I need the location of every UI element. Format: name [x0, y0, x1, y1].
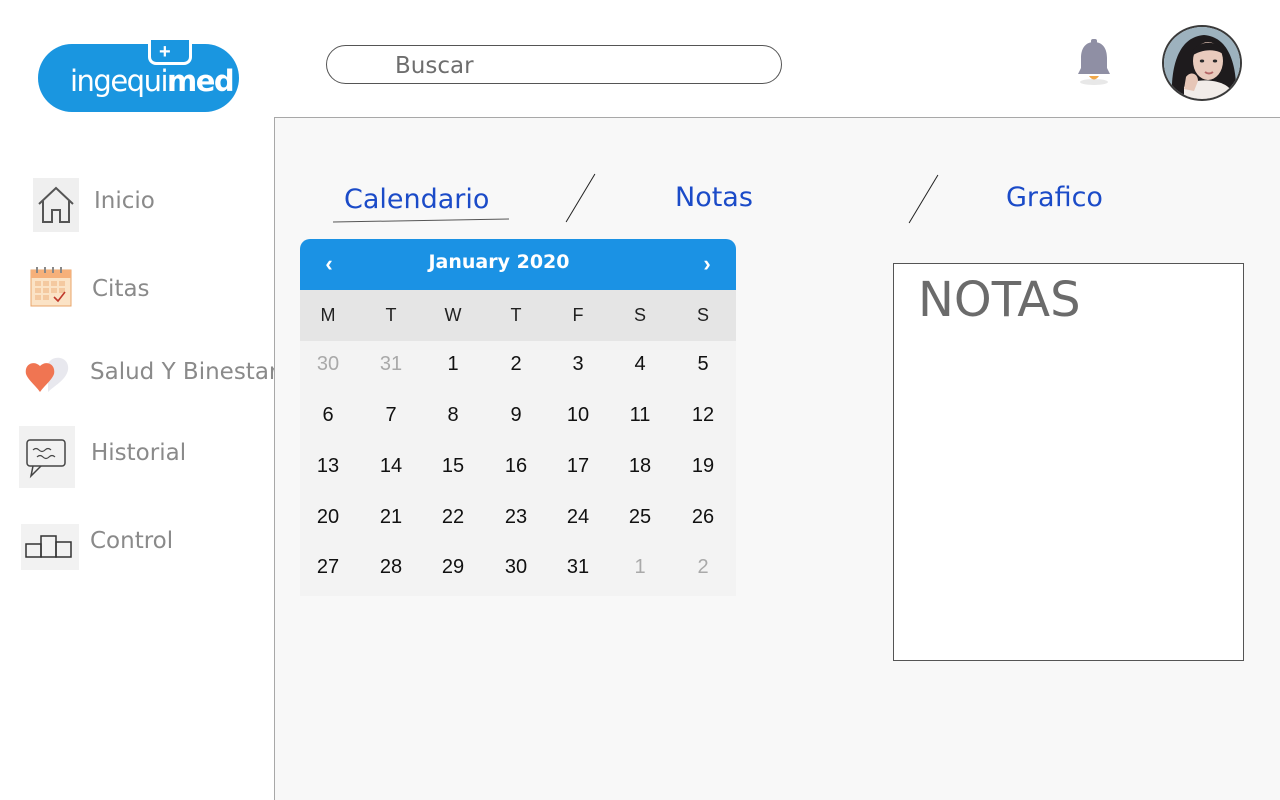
- sidebar-item-label: Salud Y Binestar: [90, 359, 279, 385]
- logo-text: ingequimed: [70, 64, 235, 98]
- logo[interactable]: + ingequimed: [38, 40, 239, 112]
- weekday-label: S: [696, 305, 709, 325]
- calendar-day[interactable]: 12: [683, 404, 723, 427]
- calendar-day[interactable]: 11: [620, 404, 660, 427]
- calendar-day[interactable]: 14: [371, 455, 411, 478]
- calendar-day[interactable]: 26: [683, 506, 723, 529]
- calendar-day[interactable]: 25: [620, 506, 660, 529]
- sidebar-item-control[interactable]: Control: [0, 516, 275, 576]
- calendar-day[interactable]: 3: [558, 353, 598, 376]
- logo-plus: +: [159, 41, 171, 63]
- calendar-day[interactable]: 27: [308, 556, 348, 579]
- heart-icon: [24, 348, 70, 402]
- calendar-day[interactable]: 18: [620, 455, 660, 478]
- calendar-day[interactable]: 8: [433, 404, 473, 427]
- calendar-day[interactable]: 9: [496, 404, 536, 427]
- search-input[interactable]: [393, 52, 757, 80]
- weekday-label: T: [385, 305, 397, 325]
- calendar-day[interactable]: 31: [371, 353, 411, 376]
- logo-text-bold: med: [167, 64, 235, 98]
- sidebar-item-label: Historial: [91, 440, 187, 466]
- weekday-label: T: [510, 305, 522, 325]
- calendar-day[interactable]: 1: [620, 556, 660, 579]
- weekday-label: F: [572, 305, 584, 325]
- calendar-day[interactable]: 30: [496, 556, 536, 579]
- calendar-day[interactable]: 23: [496, 506, 536, 529]
- user-avatar[interactable]: [1162, 25, 1242, 101]
- calendar-header: ‹ January 2020 ›: [300, 239, 736, 290]
- sidebar-item-salud[interactable]: Salud Y Binestar: [0, 344, 279, 404]
- notes-title: NOTAS: [918, 272, 1081, 328]
- search-bar: [326, 45, 782, 84]
- calendar-day[interactable]: 24: [558, 506, 598, 529]
- calendar-day[interactable]: 1: [433, 353, 473, 376]
- calendar-month-title: January 2020: [428, 251, 570, 273]
- calendar-day[interactable]: 20: [308, 506, 348, 529]
- logo-text-light: ingequi: [70, 64, 169, 98]
- calendar-day[interactable]: 30: [308, 353, 348, 376]
- sidebar-item-inicio[interactable]: Inicio: [0, 175, 275, 235]
- calendar-day[interactable]: 6: [308, 404, 348, 427]
- calendar-day[interactable]: 21: [371, 506, 411, 529]
- tab-notas[interactable]: Notas: [675, 182, 753, 213]
- calendar-day[interactable]: 15: [433, 455, 473, 478]
- weekday-label: W: [444, 305, 462, 325]
- calendar-day[interactable]: 10: [558, 404, 598, 427]
- calendar-day[interactable]: 13: [308, 455, 348, 478]
- sidebar-item-label: Control: [90, 528, 174, 554]
- weekday-label: M: [320, 305, 336, 325]
- chat-history-icon: [19, 426, 75, 488]
- tab-grafico[interactable]: Grafico: [1006, 182, 1103, 213]
- calendar-day[interactable]: 16: [496, 455, 536, 478]
- sidebar-item-label: Citas: [92, 276, 150, 302]
- calendar-widget: ‹ January 2020 › M T W T F S S 30 31 1 2 3 4 5…: [300, 239, 736, 596]
- calendar-day[interactable]: 5: [683, 353, 723, 376]
- calendar-day[interactable]: 2: [683, 556, 723, 579]
- weekday-label: S: [633, 305, 646, 325]
- calendar-weekdays: M T W T F S S: [300, 290, 736, 341]
- notes-box[interactable]: NOTAS: [893, 263, 1244, 661]
- calendar-day[interactable]: 17: [558, 455, 598, 478]
- calendar-day[interactable]: 19: [683, 455, 723, 478]
- sidebar-item-citas[interactable]: Citas: [0, 262, 275, 322]
- home-icon: [33, 178, 79, 232]
- calendar-day[interactable]: 28: [371, 556, 411, 579]
- calendar-day[interactable]: 22: [433, 506, 473, 529]
- calendar-day[interactable]: 7: [371, 404, 411, 427]
- next-month-button[interactable]: ›: [692, 249, 722, 279]
- bell-icon[interactable]: [1072, 38, 1116, 88]
- calendar-day[interactable]: 29: [433, 556, 473, 579]
- bar-chart-icon: [21, 524, 79, 570]
- sidebar-item-historial[interactable]: Historial: [0, 426, 275, 488]
- sidebar-item-label: Inicio: [94, 188, 155, 214]
- calendar-day[interactable]: 2: [496, 353, 536, 376]
- calendar-day[interactable]: 4: [620, 353, 660, 376]
- calendar-icon: [28, 264, 74, 318]
- tab-calendario[interactable]: Calendario: [344, 184, 489, 215]
- calendar-day[interactable]: 31: [558, 556, 598, 579]
